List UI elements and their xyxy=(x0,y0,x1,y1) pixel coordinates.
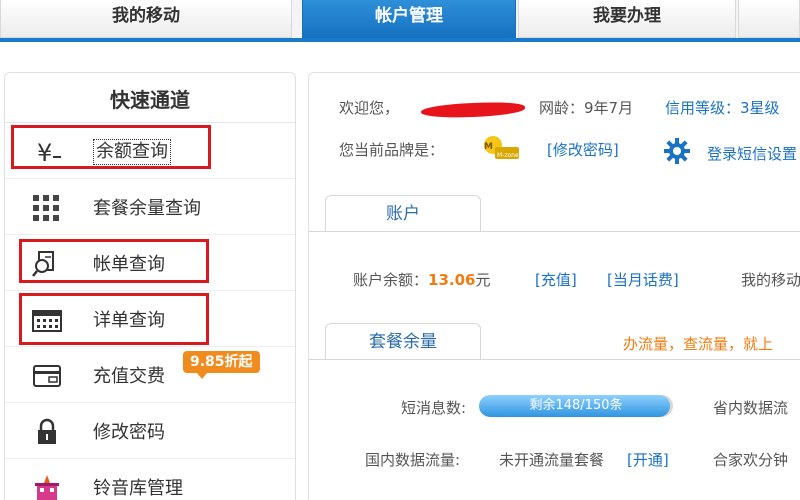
provincial-data-partial: 省内数据流 xyxy=(713,399,789,417)
sidebar-item-change-password[interactable]: 修改密码 xyxy=(5,403,295,459)
network-age: 网龄：9年7月 xyxy=(539,99,634,117)
tab-label: 套餐余量 xyxy=(369,332,437,352)
sidebar-item-recharge[interactable]: 充值交费 9.85折起 xyxy=(5,347,295,403)
balance-row: 账户余额：13.06元 xyxy=(353,269,490,290)
sidebar-item-bill-query[interactable]: 帐单查询 xyxy=(5,235,295,291)
tab-label: 我要办理 xyxy=(593,6,661,26)
tab-label: 帐户管理 xyxy=(375,6,443,26)
nav-divider xyxy=(0,38,800,42)
wallet-icon xyxy=(33,365,61,387)
gear-icon[interactable] xyxy=(663,137,691,165)
redacted-username xyxy=(420,101,526,119)
svg-text:M-zone: M-zone xyxy=(497,152,519,159)
credit-level: 信用等级：3星级 xyxy=(665,99,780,117)
balance-unit: 元 xyxy=(475,271,491,289)
sidebar-item-package-query[interactable]: 套餐余量查询 xyxy=(5,179,295,235)
welcome-row: 欢迎您， xyxy=(339,97,399,118)
tab-account-management[interactable]: 帐户管理 xyxy=(302,0,516,40)
discount-badge: 9.85折起 xyxy=(183,351,260,379)
ringtone-icon xyxy=(35,475,59,500)
account-main-panel: 欢迎您， 网龄：9年7月 信用等级：3星级 您当前品牌是： M M-zone [… xyxy=(308,72,800,500)
change-password-link[interactable]: [修改密码] xyxy=(547,139,619,160)
sidebar-item-label: 铃音库管理 xyxy=(93,478,183,499)
quick-access-sidebar: 快速通道 ¥ 余额查询 套餐余量查询 帐单查询 详单查询 充值交费 9.85折起… xyxy=(4,72,296,500)
sms-progress-bar: 剩余148/150条 xyxy=(479,395,673,417)
my-mobile-partial: 我的移动 xyxy=(741,271,800,289)
highlight-box xyxy=(19,293,209,345)
sidebar-item-balance-query[interactable]: ¥ 余额查询 xyxy=(5,123,295,179)
mzone-logo: M M-zone xyxy=(484,136,519,159)
national-data-label: 国内数据流量: xyxy=(365,451,461,469)
welcome-text: 欢迎您， xyxy=(339,99,400,117)
highlight-box xyxy=(11,125,211,169)
grid-icon xyxy=(33,195,59,221)
sidebar-title: 快速通道 xyxy=(5,73,295,123)
sms-progress-text: 剩余148/150条 xyxy=(529,398,623,413)
tab-my-mobile[interactable]: 我的移动 xyxy=(0,0,292,38)
lock-icon xyxy=(38,418,56,444)
tab-underline xyxy=(309,231,800,232)
data-promo-text[interactable]: 办流量，查流量，就上 xyxy=(623,333,773,354)
sidebar-item-label: 套餐余量查询 xyxy=(93,198,201,219)
sidebar-item-label: 充值交费 xyxy=(93,366,165,387)
top-nav: 我的移动 帐户管理 我要办理 xyxy=(0,0,800,42)
national-data-status: 未开通流量套餐 xyxy=(499,451,605,469)
open-data-link[interactable]: [开通] xyxy=(627,449,669,470)
sms-label: 短消息数: xyxy=(401,399,467,417)
tab-business-handling[interactable]: 我要办理 xyxy=(518,0,736,38)
tab-underline xyxy=(309,359,800,360)
tab-package-remaining[interactable]: 套餐余量 xyxy=(325,323,481,359)
sidebar-item-ringtone-library[interactable]: 铃音库管理 xyxy=(5,459,295,500)
sidebar-item-detail-query[interactable]: 详单查询 xyxy=(5,291,295,347)
highlight-box xyxy=(19,239,209,283)
brand-label: 您当前品牌是： xyxy=(339,141,445,159)
balance-label: 账户余额： xyxy=(353,271,429,289)
sidebar-item-label: 修改密码 xyxy=(93,422,165,443)
tab-account[interactable]: 账户 xyxy=(325,195,481,231)
balance-value: 13.06 xyxy=(428,271,476,289)
monthly-fee-link[interactable]: [当月话费] xyxy=(607,269,679,290)
tab-more[interactable] xyxy=(738,0,800,38)
family-share-partial: 合家欢分钟 xyxy=(713,451,789,469)
svg-text:M: M xyxy=(484,142,493,152)
recharge-link[interactable]: [充值] xyxy=(535,269,577,290)
sms-login-settings-link[interactable]: 登录短信设置 xyxy=(707,143,797,164)
tab-label: 账户 xyxy=(386,204,420,224)
tab-label: 我的移动 xyxy=(112,6,180,26)
